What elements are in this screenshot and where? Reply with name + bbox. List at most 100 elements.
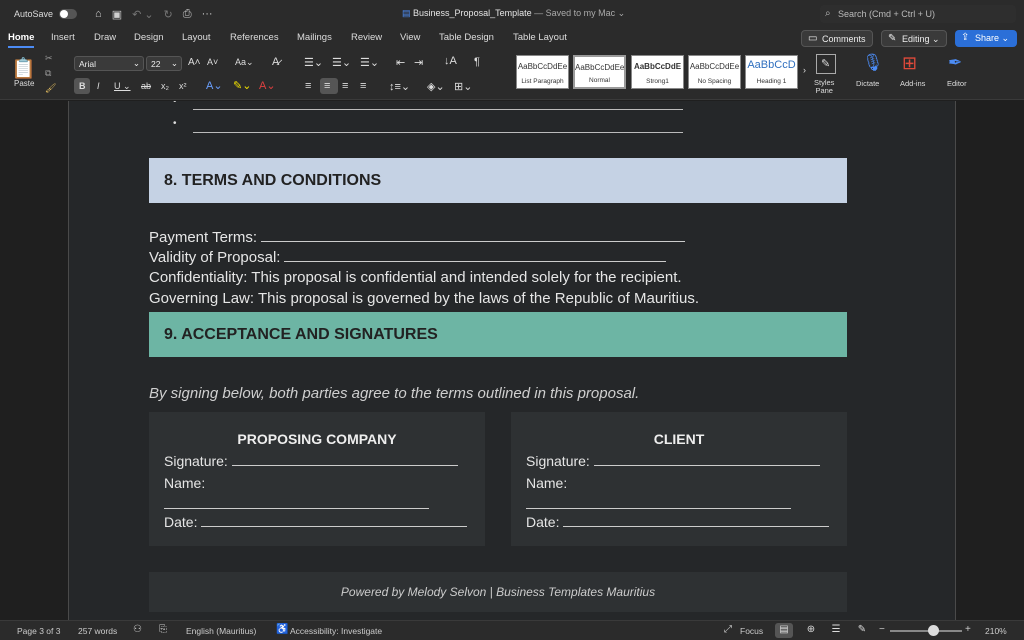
multilevel-list-icon[interactable]: ☰⌄ <box>360 56 379 69</box>
client-signature-field[interactable]: Signature: <box>526 453 820 469</box>
track-changes-icon[interactable]: ⎘ <box>159 624 167 635</box>
tab-review[interactable]: Review <box>351 32 382 43</box>
dictate-label[interactable]: Dictate <box>856 79 879 88</box>
tab-references[interactable]: References <box>230 32 279 43</box>
styles-gallery-arrow-icon[interactable]: › <box>803 65 806 75</box>
zoom-level[interactable]: 210% <box>985 626 1007 636</box>
focus-button[interactable]: Focus <box>740 626 763 636</box>
word-count[interactable]: 257 words <box>78 626 117 636</box>
zoom-slider[interactable] <box>890 630 962 632</box>
microphone-icon[interactable]: 🎙 <box>862 53 884 73</box>
proposing-company-signature-box[interactable]: PROPOSING COMPANY Signature: Name: Date: <box>149 412 485 546</box>
clear-formatting-icon[interactable]: A̷ <box>272 56 279 68</box>
outline-view-icon[interactable]: ☰ <box>827 623 845 638</box>
proofing-icon[interactable]: ⚇ <box>133 624 142 635</box>
increase-indent-icon[interactable]: ⇥ <box>414 56 423 69</box>
strikethrough-button[interactable]: ab <box>141 81 151 91</box>
decrease-indent-icon[interactable]: ⇤ <box>396 56 405 69</box>
add-ins-icon[interactable]: ⊞ <box>902 53 917 74</box>
editing-button[interactable]: ✎ Editing ⌄ <box>881 30 947 47</box>
shrink-font-icon[interactable]: A˅ <box>207 57 218 67</box>
client-date-field[interactable]: Date: <box>526 514 830 530</box>
numbering-icon[interactable]: ☰⌄ <box>332 56 351 69</box>
tab-table-design[interactable]: Table Design <box>439 32 494 43</box>
print-icon[interactable]: ⎙ <box>183 8 192 21</box>
grow-font-icon[interactable]: A˄ <box>188 57 201 68</box>
autosave-toggle[interactable] <box>59 9 78 19</box>
font-size-select[interactable]: 22 ⌄ <box>146 56 182 71</box>
home-icon[interactable]: ⌂ <box>95 8 102 20</box>
tab-layout[interactable]: Layout <box>182 32 211 43</box>
subscript-button[interactable]: x₂ <box>161 81 169 91</box>
sort-icon[interactable]: ↓A <box>444 55 457 67</box>
align-right-icon[interactable]: ≡ <box>342 80 348 92</box>
style-no-spacing[interactable]: AaBbCcDdEe No Spacing <box>688 55 741 89</box>
paste-label[interactable]: Paste <box>14 79 34 88</box>
proposer-signature-field[interactable]: Signature: <box>164 453 458 469</box>
proposer-name-field[interactable]: Name: <box>164 475 205 491</box>
undo-icon[interactable]: ↶ <box>132 8 141 21</box>
validity-field[interactable]: Validity of Proposal: <box>149 249 667 266</box>
line-spacing-icon[interactable]: ↕≡⌄ <box>389 80 410 93</box>
style-strong1[interactable]: AaBbCcDdE Strong1 <box>631 55 684 89</box>
bold-button[interactable]: B <box>74 78 90 94</box>
paste-icon[interactable]: 📋 <box>11 56 36 81</box>
redo-icon[interactable]: ↻ <box>164 8 173 21</box>
underline-button[interactable]: U ⌄ <box>114 81 131 92</box>
cut-icon[interactable]: ✂ <box>45 53 53 64</box>
align-left-icon[interactable]: ≡ <box>305 80 311 92</box>
document-canvas[interactable]: • • 8. TERMS AND CONDITIONS Payment Term… <box>0 101 1024 620</box>
document-title[interactable]: ▤ Business_Proposal_Template — Saved to … <box>402 8 625 19</box>
comments-button[interactable]: ▭ Comments <box>801 30 873 47</box>
tab-home[interactable]: Home <box>8 32 35 48</box>
tab-insert[interactable]: Insert <box>51 32 75 43</box>
document-page[interactable]: • • 8. TERMS AND CONDITIONS Payment Term… <box>68 101 956 620</box>
justify-icon[interactable]: ≡ <box>360 80 366 92</box>
language-status[interactable]: English (Mauritius) <box>186 626 256 636</box>
align-center-icon[interactable]: ≡ <box>320 78 338 94</box>
zoom-slider-handle[interactable] <box>928 625 939 636</box>
print-layout-icon[interactable]: ▤ <box>775 623 793 638</box>
tab-mailings[interactable]: Mailings <box>297 32 332 43</box>
tab-view[interactable]: View <box>400 32 420 43</box>
tab-table-layout[interactable]: Table Layout <box>513 32 567 43</box>
shading-icon[interactable]: ◈⌄ <box>427 80 445 93</box>
editor-label[interactable]: Editor <box>947 79 967 88</box>
borders-icon[interactable]: ⊞⌄ <box>454 80 472 93</box>
search-input[interactable]: ⌕ Search (Cmd + Ctrl + U) <box>820 5 1016 23</box>
editor-icon[interactable]: ✒ <box>948 53 962 73</box>
styles-pane-icon[interactable]: ✎ <box>816 54 836 74</box>
italic-button[interactable]: I <box>97 81 100 91</box>
draft-view-icon[interactable]: ✎ <box>853 623 871 638</box>
format-painter-icon[interactable]: 🖌 <box>45 83 56 94</box>
pilcrow-icon[interactable]: ¶ <box>474 56 480 68</box>
font-color-icon[interactable]: A⌄ <box>259 79 276 92</box>
font-name-select[interactable]: Arial ⌄ <box>74 56 144 71</box>
payment-terms-field[interactable]: Payment Terms: <box>149 229 686 246</box>
zoom-in-button[interactable]: + <box>965 624 971 635</box>
proposer-date-field[interactable]: Date: <box>164 514 468 530</box>
highlight-icon[interactable]: ✎⌄ <box>233 79 251 92</box>
style-normal[interactable]: AaBbCcDdEe Normal <box>573 55 626 89</box>
change-case-icon[interactable]: Aa⌄ <box>235 57 254 68</box>
text-effects-icon[interactable]: A⌄ <box>206 79 223 92</box>
undo-dropdown-icon[interactable]: ⌄ <box>144 8 153 21</box>
share-button[interactable]: ⇪ Share ⌄ <box>955 30 1017 47</box>
zoom-out-button[interactable]: − <box>879 624 885 635</box>
styles-pane-label[interactable]: Styles Pane <box>814 79 834 95</box>
more-icon[interactable]: ··· <box>202 8 213 20</box>
bullets-icon[interactable]: ☰⌄ <box>304 56 323 69</box>
tab-draw[interactable]: Draw <box>94 32 116 43</box>
add-ins-label[interactable]: Add-ins <box>900 79 925 88</box>
tab-design[interactable]: Design <box>134 32 164 43</box>
save-icon[interactable]: ▣ <box>112 8 122 21</box>
style-heading-1[interactable]: AaBbCcD Heading 1 <box>745 55 798 89</box>
page-count[interactable]: Page 3 of 3 <box>17 626 60 636</box>
accessibility-status[interactable]: Accessibility: Investigate <box>290 626 382 636</box>
superscript-button[interactable]: x² <box>179 81 187 91</box>
web-layout-icon[interactable]: ⊕ <box>802 623 820 638</box>
copy-icon[interactable]: ⧉ <box>45 68 51 79</box>
client-signature-box[interactable]: CLIENT Signature: Name: Date: <box>511 412 847 546</box>
client-name-field[interactable]: Name: <box>526 475 567 491</box>
style-list-paragraph[interactable]: AaBbCcDdEe List Paragraph <box>516 55 569 89</box>
